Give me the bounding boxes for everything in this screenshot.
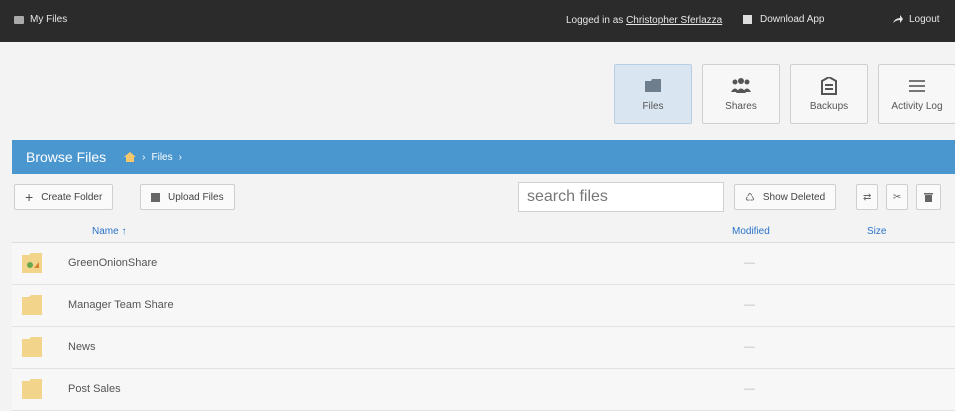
- restore-icon: ♺: [745, 191, 755, 204]
- scissors-icon: ✂: [893, 191, 902, 203]
- nav-backups[interactable]: Backups: [790, 64, 868, 124]
- logout-label: Logout: [909, 14, 940, 25]
- folder-icon: [14, 15, 24, 24]
- upload-files-label: Upload Files: [168, 191, 224, 203]
- browse-header: Browse Files › Files ›: [12, 140, 955, 174]
- file-name[interactable]: Manager Team Share: [68, 299, 174, 311]
- app-title: My Files: [30, 14, 68, 25]
- plus-icon: +: [25, 189, 34, 205]
- file-name[interactable]: News: [68, 341, 96, 353]
- show-deleted-button[interactable]: ♺ Show Deleted: [734, 184, 837, 210]
- backup-icon: [818, 76, 840, 95]
- delete-button[interactable]: [916, 184, 941, 210]
- table-row[interactable]: News —: [12, 327, 955, 369]
- column-name-label: Name: [92, 226, 119, 237]
- chevron-right-icon: ›: [142, 151, 146, 163]
- folder-icon: [642, 77, 664, 95]
- nav-backups-label: Backups: [809, 100, 849, 112]
- search-input[interactable]: [518, 182, 724, 212]
- file-toolbar: + Create Folder Upload Files ♺ Show Dele…: [12, 178, 955, 218]
- table-header: Name ↑ Modified Size: [12, 220, 955, 243]
- app-brand[interactable]: My Files: [14, 14, 67, 25]
- file-modified: —: [744, 383, 755, 395]
- top-bar: My Files Logged in as Christopher Sferla…: [0, 0, 955, 42]
- breadcrumb: › Files ›: [124, 152, 182, 163]
- file-name[interactable]: GreenOnionShare: [68, 257, 157, 269]
- show-deleted-label: Show Deleted: [762, 191, 826, 203]
- file-name[interactable]: Post Sales: [68, 383, 121, 395]
- nav-activity-log-label: Activity Log: [891, 100, 943, 112]
- logged-prefix: Logged in as: [566, 15, 624, 26]
- column-size[interactable]: Size: [867, 226, 886, 237]
- file-modified: —: [744, 257, 755, 269]
- folder-icon: [22, 379, 42, 399]
- nav-files[interactable]: Files: [614, 64, 692, 124]
- logout-arrow-icon: [893, 15, 903, 23]
- users-icon: [730, 77, 752, 95]
- folder-icon: [22, 295, 42, 315]
- shared-folder-icon: [22, 253, 42, 273]
- user-link[interactable]: Christopher Sferlazza: [626, 15, 722, 26]
- create-folder-label: Create Folder: [41, 191, 103, 203]
- home-icon[interactable]: [124, 152, 137, 162]
- download-app-link[interactable]: Download App: [743, 14, 825, 25]
- nav-activity-log[interactable]: Activity Log: [878, 64, 955, 124]
- logout-link[interactable]: Logout: [893, 14, 940, 25]
- nav-shares-label: Shares: [725, 100, 757, 112]
- refresh-button[interactable]: ⇄: [856, 184, 879, 210]
- upload-icon: [151, 192, 160, 202]
- download-icon: [743, 15, 752, 24]
- list-icon: [906, 77, 928, 95]
- refresh-icon: ⇄: [863, 191, 872, 203]
- table-row[interactable]: Manager Team Share —: [12, 285, 955, 327]
- create-folder-button[interactable]: + Create Folder: [14, 184, 114, 210]
- nav-shares[interactable]: Shares: [702, 64, 780, 124]
- logged-in-text: Logged in as Christopher Sferlazza: [566, 15, 722, 26]
- download-label: Download App: [760, 14, 825, 25]
- breadcrumb-files[interactable]: Files: [151, 152, 172, 163]
- folder-icon: [22, 337, 42, 357]
- column-modified[interactable]: Modified: [732, 226, 770, 237]
- table-row[interactable]: GreenOnionShare —: [12, 243, 955, 285]
- trash-icon: [924, 193, 933, 202]
- file-table: Name ↑ Modified Size GreenOnionShare — M…: [12, 220, 955, 411]
- nav-files-label: Files: [642, 100, 664, 112]
- chevron-right-icon: ›: [178, 151, 182, 163]
- file-modified: —: [744, 299, 755, 311]
- column-name[interactable]: Name ↑: [92, 226, 126, 237]
- cut-button[interactable]: ✂: [886, 184, 909, 210]
- table-row[interactable]: Post Sales —: [12, 369, 955, 411]
- upload-files-button[interactable]: Upload Files: [140, 184, 235, 210]
- page-title: Browse Files: [26, 149, 107, 165]
- main-nav: Files Shares Backups Activity Log: [614, 64, 955, 124]
- file-modified: —: [744, 341, 755, 353]
